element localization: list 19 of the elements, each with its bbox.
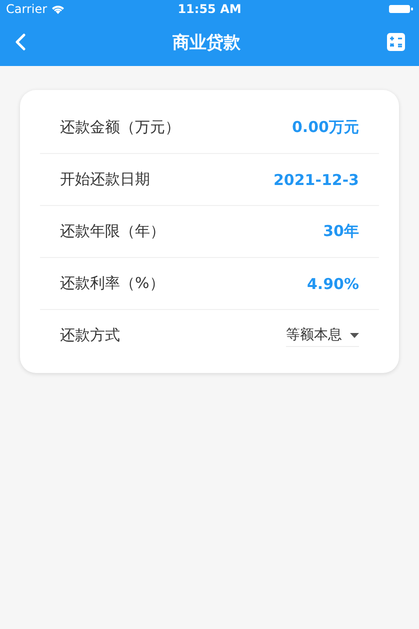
field-label: 还款利率（%） — [60, 274, 164, 293]
calculator-button[interactable] — [385, 31, 407, 53]
nav-title: 商业贷款 — [172, 32, 240, 54]
field-value[interactable]: 30年 — [323, 222, 359, 241]
method-dropdown[interactable]: 等额本息 — [286, 324, 359, 347]
field-value[interactable]: 2021-12-3 — [273, 170, 359, 188]
field-label: 还款年限（年） — [60, 222, 165, 241]
calculator-icon — [387, 33, 405, 51]
field-label: 还款方式 — [60, 326, 120, 345]
field-label: 还款金额（万元） — [60, 118, 180, 137]
back-icon — [14, 33, 26, 51]
carrier-name: Carrier — [6, 2, 48, 16]
battery-icon — [389, 4, 413, 14]
caret-icon — [350, 332, 359, 338]
field-value[interactable]: 4.90% — [306, 274, 359, 292]
field-label: 开始还款日期 — [60, 170, 150, 189]
field-value[interactable]: 0.00万元 — [292, 118, 359, 137]
status-time: 11:55 AM — [178, 2, 242, 16]
wifi-icon — [51, 4, 66, 14]
